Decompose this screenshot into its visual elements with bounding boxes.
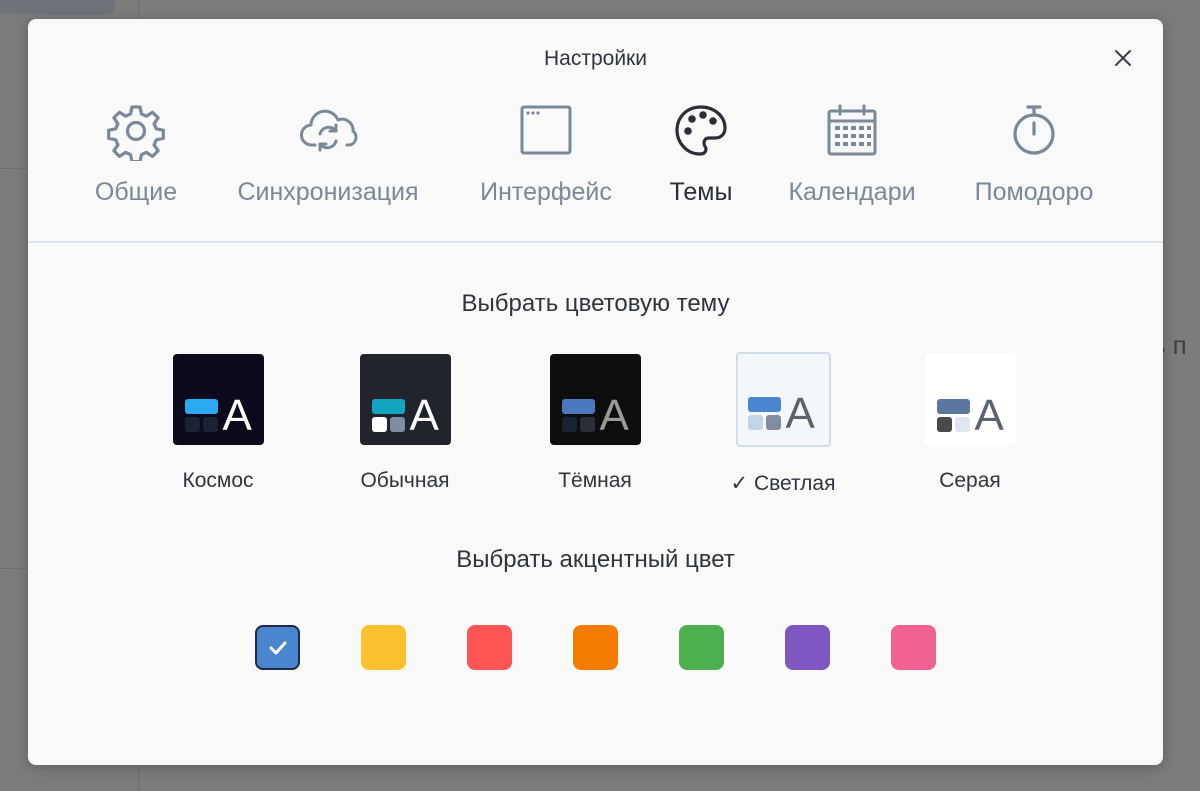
theme-name-text: Светлая	[753, 472, 836, 495]
tab-label: Помодоро	[974, 178, 1094, 206]
swatch-bar	[371, 399, 405, 414]
swatch-block	[579, 417, 595, 432]
close-button[interactable]	[1113, 48, 1133, 68]
theme-name: Серая	[890, 469, 1050, 493]
swatch-bar	[747, 397, 781, 412]
swatch-bar	[936, 399, 970, 414]
theme-section-title: Выбрать цветовую тему	[461, 290, 730, 317]
calendar-icon	[822, 101, 882, 161]
swatch-bar	[561, 399, 595, 414]
theme-option[interactable]: A ✓ Светлая	[703, 352, 863, 496]
theme-option[interactable]: A Обычная	[325, 354, 485, 493]
tab-pomodoro[interactable]: Помодоро	[968, 101, 1100, 207]
palette-icon	[671, 101, 731, 161]
theme-name: Космос	[138, 469, 298, 493]
accent-color-option[interactable]	[785, 625, 830, 670]
gear-icon	[106, 101, 166, 161]
theme-name: ✓ Светлая	[703, 471, 863, 496]
theme-name-text: Тёмная	[558, 469, 632, 492]
theme-name-text: Обычная	[360, 469, 450, 492]
window-icon	[516, 101, 576, 161]
theme-option[interactable]: A Тёмная	[515, 354, 675, 493]
tab-label: Синхронизация	[237, 178, 419, 206]
theme-swatch: A	[359, 354, 451, 445]
accent-color-option[interactable]	[361, 625, 406, 670]
tab-themes[interactable]: Темы	[656, 101, 746, 207]
swatch-letter: A	[599, 391, 629, 440]
settings-modal: Настройки Общие Синхронизация Интерфейс …	[28, 19, 1163, 765]
swatch-letter: A	[222, 391, 252, 440]
accent-color-option[interactable]	[679, 625, 724, 670]
modal-title: Настройки	[544, 47, 647, 70]
theme-swatch: A	[172, 354, 264, 445]
background-app-pill	[0, 0, 115, 14]
swatch-block	[202, 417, 218, 432]
swatch-letter: A	[974, 391, 1004, 440]
theme-name-text: Серая	[939, 469, 1001, 492]
theme-option[interactable]: A Серая	[890, 354, 1050, 493]
accent-color-option[interactable]	[255, 625, 300, 670]
theme-swatch: A	[549, 354, 641, 445]
swatch-block	[936, 417, 952, 432]
swatch-block	[389, 417, 405, 432]
tab-label: Календари	[788, 178, 916, 206]
tab-label: Интерфейс	[480, 178, 612, 206]
theme-option[interactable]: A Космос	[138, 354, 298, 493]
tab-calendars[interactable]: Календари	[782, 101, 922, 207]
selected-check-mark: ✓	[730, 472, 754, 495]
swatch-block	[765, 415, 781, 430]
accent-color-option[interactable]	[467, 625, 512, 670]
stopwatch-icon	[1004, 101, 1064, 161]
swatch-block	[747, 415, 763, 430]
theme-swatch: A	[924, 354, 1016, 445]
theme-name: Обычная	[325, 469, 485, 493]
close-icon	[1115, 50, 1131, 66]
swatch-block	[561, 417, 577, 432]
theme-name: Тёмная	[515, 469, 675, 493]
accent-color-option[interactable]	[573, 625, 618, 670]
tab-label: Общие	[94, 178, 178, 206]
tabs-divider	[28, 241, 1163, 243]
swatch-letter: A	[785, 389, 815, 438]
theme-swatch: A	[735, 352, 831, 447]
swatch-bar	[184, 399, 218, 414]
accent-section-title: Выбрать акцентный цвет	[456, 546, 735, 573]
check-icon	[269, 641, 286, 654]
swatch-block	[954, 417, 970, 432]
tab-general[interactable]: Общие	[91, 101, 181, 207]
tab-sync[interactable]: Синхронизация	[226, 101, 430, 207]
cloud-sync-icon	[298, 101, 358, 161]
theme-name-text: Космос	[182, 469, 254, 492]
swatch-letter: A	[409, 391, 439, 440]
tab-interface[interactable]: Интерфейс	[474, 101, 618, 207]
swatch-block	[184, 417, 200, 432]
tab-label: Темы	[669, 178, 733, 206]
accent-color-option[interactable]	[891, 625, 936, 670]
swatch-block	[371, 417, 387, 432]
